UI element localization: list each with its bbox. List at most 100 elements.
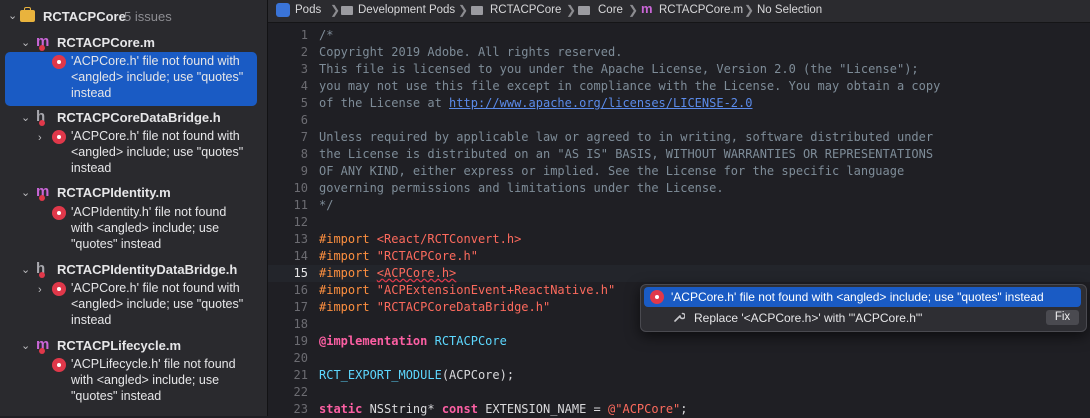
code-token: This file is licensed to you under the A…	[319, 62, 919, 76]
folder-icon	[341, 6, 353, 15]
code-token: "RCTACPCoreDataBridge.h"	[376, 300, 551, 314]
code-line[interactable]: 4 you may not use this file except in com…	[268, 78, 1090, 95]
code-text: @implementation RCTACPCore	[319, 334, 507, 348]
code-token: the License is distributed on an "AS IS"…	[319, 147, 934, 161]
code-text: Unless required by applicable law or agr…	[319, 130, 933, 144]
line-number: 1	[300, 28, 308, 42]
breadcrumb-file[interactable]: RCTACPCore.m	[659, 4, 743, 16]
code-line[interactable]: 13 #import <React/RCTConvert.h>	[268, 231, 1090, 248]
code-line[interactable]: 22	[268, 384, 1090, 401]
breadcrumb-pods[interactable]: Pods	[295, 4, 321, 16]
code-line[interactable]: 3 This file is licensed to you under the …	[268, 61, 1090, 78]
breadcrumb-no-selection[interactable]: No Selection	[757, 4, 822, 16]
error-icon	[52, 206, 66, 220]
code-line[interactable]: 11 */	[268, 197, 1090, 214]
fixit-suggestion-row[interactable]: Replace '<ACPCore.h>' with '"ACPCore.h"'…	[644, 308, 1081, 328]
error-icon	[52, 55, 66, 69]
code-text: #import "RCTACPCore.h"	[319, 249, 478, 263]
issue-count: 5 issues	[124, 9, 172, 24]
issue-file-row[interactable]: ⌄ m RCTACPCore.m	[0, 33, 267, 53]
line-number: 18	[293, 317, 308, 331]
code-line[interactable]: 7 Unless required by applicable law or ag…	[268, 129, 1090, 146]
code-text: #import "ACPExtensionEvent+ReactNative.h…	[319, 283, 615, 297]
issue-file-row[interactable]: ⌄ h RCTACPCoreDataBridge.h	[0, 108, 267, 128]
issue-file-row[interactable]: ⌄ m RCTACPIdentity.m	[0, 183, 267, 203]
code-token: Copyright 2019 Adobe. All rights reserve…	[319, 45, 623, 59]
code-token: #import	[319, 232, 377, 246]
code-line[interactable]: 8 the License is distributed on an "AS IS…	[268, 146, 1090, 163]
project-app-icon	[276, 3, 290, 17]
line-number: 17	[293, 300, 308, 314]
fixit-error-row[interactable]: 'ACPCore.h' file not found with <angled>…	[644, 287, 1081, 307]
code-text: Copyright 2019 Adobe. All rights reserve…	[319, 45, 622, 59]
code-token: governing permissions and limitations un…	[319, 181, 724, 195]
code-token: #import	[319, 300, 377, 314]
code-text: the License is distributed on an "AS IS"…	[319, 147, 933, 161]
code-line[interactable]: 2 Copyright 2019 Adobe. All rights reserv…	[268, 44, 1090, 61]
code-line[interactable]: 19 @implementation RCTACPCore	[268, 333, 1090, 350]
disclosure-down-icon[interactable]: ⌄	[21, 111, 30, 124]
code-text: you may not use this file except in comp…	[319, 79, 940, 93]
project-row[interactable]: ⌄ RCTACPCore 5 issues	[0, 0, 267, 36]
issue-message: 'ACPLifecycle.h' file not found with <an…	[71, 357, 236, 403]
code-line[interactable]: 12	[268, 214, 1090, 231]
breadcrumb-separator: ❯	[330, 3, 341, 17]
code-line[interactable]: 15 #import <ACPCore.h>	[268, 265, 1090, 282]
error-icon	[52, 282, 66, 296]
issue-message: 'ACPIdentity.h' file not found with <ang…	[71, 205, 227, 251]
folder-icon	[578, 6, 590, 15]
source-editor[interactable]: 1 /* 2 Copyright 2019 Adobe. All rights res…	[268, 23, 1090, 416]
error-icon	[52, 130, 66, 144]
issue-item[interactable]: 'ACPCore.h' file not found with <angled>…	[5, 52, 257, 106]
breadcrumb-rctacpcore[interactable]: RCTACPCore	[490, 4, 561, 16]
issue-file-row[interactable]: ⌄ h RCTACPIdentityDataBridge.h	[0, 260, 267, 280]
code-text: governing permissions and limitations un…	[319, 181, 724, 195]
error-badge-icon	[39, 45, 45, 51]
code-line[interactable]: 10 governing permissions and limitations …	[268, 180, 1090, 197]
issue-file-row[interactable]: ⌄ m RCTACPLifecycle.m	[0, 336, 267, 356]
code-line[interactable]: 5 of the License at http://www.apache.org…	[268, 95, 1090, 112]
line-number: 20	[293, 351, 308, 365]
code-line[interactable]: 20	[268, 350, 1090, 367]
breadcrumb-development-pods[interactable]: Development Pods	[358, 4, 455, 16]
breadcrumb-core[interactable]: Core	[598, 4, 623, 16]
code-text: #import "RCTACPCoreDataBridge.h"	[319, 300, 550, 314]
disclosure-down-icon[interactable]: ⌄	[21, 339, 30, 352]
code-line[interactable]: 21 RCT_EXPORT_MODULE(ACPCore);	[268, 367, 1090, 384]
code-token: <React/RCTConvert.h>	[376, 232, 522, 246]
disclosure-down-icon[interactable]: ⌄	[21, 36, 30, 49]
disclosure-down-icon[interactable]: ⌄	[21, 186, 30, 199]
breadcrumb-separator: ❯	[744, 3, 755, 17]
code-token: ;	[680, 402, 688, 416]
code-line[interactable]: 6	[268, 112, 1090, 129]
code-token: RCTACPCore	[434, 334, 507, 348]
line-number: 3	[300, 62, 308, 76]
line-number: 6	[300, 113, 308, 127]
line-number: 5	[300, 96, 308, 110]
code-line[interactable]: 14 #import "RCTACPCore.h"	[268, 248, 1090, 265]
code-line[interactable]: 1 /*	[268, 27, 1090, 44]
disclosure-down-icon[interactable]: ⌄	[21, 263, 30, 276]
issue-item[interactable]: › 'ACPCore.h' file not found with <angled…	[5, 279, 257, 333]
disclosure-down-icon[interactable]: ⌄	[8, 9, 17, 22]
line-number: 14	[293, 249, 308, 263]
issue-file-name: RCTACPIdentity.m	[57, 185, 171, 200]
disclosure-right-icon[interactable]: ›	[38, 132, 42, 144]
briefcase-icon	[20, 7, 35, 22]
line-number: 8	[300, 147, 308, 161]
error-badge-icon	[39, 120, 45, 126]
code-text: OF ANY KIND, either express or implied. …	[319, 164, 904, 178]
issue-message: 'ACPCore.h' file not found with <angled>…	[71, 54, 244, 100]
code-line[interactable]: 9 OF ANY KIND, either express or implied.…	[268, 163, 1090, 180]
code-token: /*	[319, 28, 334, 42]
issue-item[interactable]: › 'ACPCore.h' file not found with <angled…	[5, 127, 257, 181]
error-icon	[52, 358, 66, 372]
code-line[interactable]: 23 static NSString* const EXTENSION_NAME …	[268, 401, 1090, 418]
issue-item[interactable]: 'ACPLifecycle.h' file not found with <an…	[5, 355, 257, 409]
issue-item[interactable]: 'ACPIdentity.h' file not found with <ang…	[5, 203, 257, 257]
code-token: http://www.apache.org/licenses/LICENSE-2…	[449, 96, 753, 110]
code-text: This file is licensed to you under the A…	[319, 62, 919, 76]
breadcrumb-separator: ❯	[566, 3, 577, 17]
fix-button[interactable]: Fix	[1046, 310, 1079, 325]
disclosure-right-icon[interactable]: ›	[38, 284, 42, 296]
